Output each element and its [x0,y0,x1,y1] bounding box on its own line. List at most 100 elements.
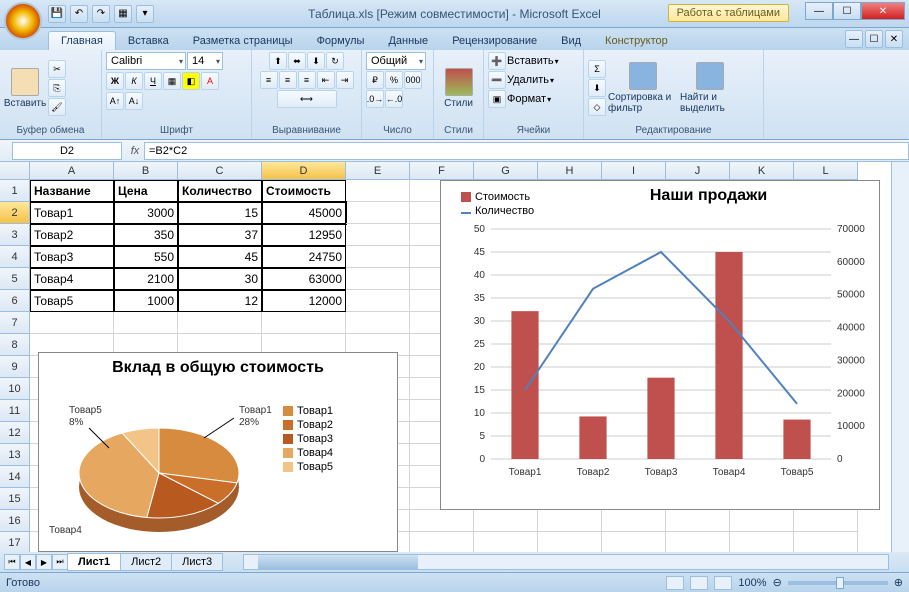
cell[interactable] [538,510,602,532]
col-header[interactable]: B [114,162,178,180]
cell[interactable] [30,312,114,334]
cell[interactable] [346,202,410,224]
cell[interactable]: Товар5 [30,290,114,312]
align-top-button[interactable]: ⬆ [269,52,287,70]
cell[interactable] [346,224,410,246]
currency-button[interactable]: ₽ [366,71,384,89]
cell[interactable]: 24750 [262,246,346,268]
col-header[interactable]: F [410,162,474,180]
sort-filter-button[interactable]: Сортировка и фильтр [608,55,678,121]
font-name-combo[interactable]: Calibri [106,52,186,70]
copy-icon[interactable]: ⎘ [48,79,66,97]
find-select-button[interactable]: Найти и выделить [680,55,740,121]
underline-button[interactable]: Ч [144,72,162,90]
zoom-in-button[interactable]: ⊕ [894,576,903,589]
cell[interactable]: 12000 [262,290,346,312]
cell[interactable]: 3000 [114,202,178,224]
indent-less-button[interactable]: ⇤ [317,71,335,89]
percent-button[interactable]: % [385,71,403,89]
chart-pie[interactable]: Вклад в общую стоимость Товар128%Товар58… [38,352,398,552]
print-icon[interactable]: ▦ [114,5,132,23]
cell[interactable]: 12 [178,290,262,312]
sheet-nav-next[interactable]: ▶ [36,554,52,570]
redo-icon[interactable]: ↷ [92,5,110,23]
tab-insert[interactable]: Вставка [116,32,181,50]
tab-review[interactable]: Рецензирование [440,32,549,50]
cell[interactable]: Цена [114,180,178,202]
row-header[interactable]: 11 [0,400,30,422]
close-button[interactable]: ✕ [861,2,905,20]
cell[interactable]: 550 [114,246,178,268]
font-color-button[interactable]: A [201,72,219,90]
tab-view[interactable]: Вид [549,32,593,50]
col-header[interactable]: K [730,162,794,180]
cell[interactable]: 12950 [262,224,346,246]
format-painter-icon[interactable]: 🖌 [48,98,66,116]
format-cells-button[interactable]: ▣Формат▾ [488,90,579,108]
row-header[interactable]: 3 [0,224,30,246]
tab-formulas[interactable]: Формулы [305,32,377,50]
cell[interactable] [346,312,410,334]
row-header[interactable]: 2 [0,202,30,224]
doc-close-button[interactable]: ✕ [885,30,903,48]
fill-color-button[interactable]: ◧ [182,72,200,90]
fx-icon[interactable]: fx [126,145,144,157]
row-header[interactable]: 8 [0,334,30,356]
align-left-button[interactable]: ≡ [260,71,278,89]
sheet-nav-first[interactable]: ⏮ [4,554,20,570]
cell[interactable]: Товар3 [30,246,114,268]
indent-more-button[interactable]: ⇥ [336,71,354,89]
sheet-nav-last[interactable]: ⏭ [52,554,68,570]
row-header[interactable]: 10 [0,378,30,400]
comma-button[interactable]: 000 [404,71,422,89]
row-header[interactable]: 6 [0,290,30,312]
align-center-button[interactable]: ≡ [279,71,297,89]
cell[interactable]: 30 [178,268,262,290]
cell[interactable] [346,246,410,268]
cell[interactable]: 45000 [262,202,346,224]
cell[interactable]: 2100 [114,268,178,290]
office-button[interactable] [4,2,42,40]
cell[interactable]: Товар2 [30,224,114,246]
sheet-nav-prev[interactable]: ◀ [20,554,36,570]
view-normal-button[interactable] [666,576,684,590]
zoom-out-button[interactable]: ⊖ [773,576,782,589]
cell[interactable]: 45 [178,246,262,268]
formula-input[interactable]: =B2*C2 [144,142,909,160]
view-pagelayout-button[interactable] [690,576,708,590]
cell[interactable] [114,312,178,334]
cell[interactable]: Стоимость [262,180,346,202]
align-bottom-button[interactable]: ⬇ [307,52,325,70]
cell[interactable] [474,532,538,552]
number-format-combo[interactable]: Общий [366,52,426,70]
doc-minimize-button[interactable]: — [845,30,863,48]
orientation-button[interactable]: ↻ [326,52,344,70]
row-header[interactable]: 16 [0,510,30,532]
styles-button[interactable]: Стили [438,55,479,121]
row-header[interactable]: 5 [0,268,30,290]
row-header[interactable]: 17 [0,532,30,552]
sheet-tab[interactable]: Лист1 [67,553,121,571]
cell[interactable] [346,290,410,312]
row-header[interactable]: 15 [0,488,30,510]
vertical-scrollbar[interactable] [891,162,909,552]
chart-sales[interactable]: Стоимость Количество Наши продажи 051015… [440,180,880,510]
increase-decimal-button[interactable]: .0→ [366,90,384,108]
paste-button[interactable]: Вставить [4,55,46,121]
cell[interactable] [346,268,410,290]
cell[interactable]: 350 [114,224,178,246]
tab-design[interactable]: Конструктор [593,32,680,50]
row-header[interactable]: 1 [0,180,30,202]
sheet-tab[interactable]: Лист3 [171,553,223,571]
cell[interactable] [602,532,666,552]
minimize-button[interactable]: — [805,2,833,20]
row-header[interactable]: 13 [0,444,30,466]
horizontal-scrollbar[interactable] [243,554,889,570]
autosum-button[interactable]: Σ [588,60,606,78]
worksheet-grid[interactable]: ABCDEFGHIJKL 1НазваниеЦенаКоличествоСтои… [0,162,909,552]
col-header[interactable]: L [794,162,858,180]
align-right-button[interactable]: ≡ [298,71,316,89]
cell[interactable] [410,532,474,552]
cell[interactable]: Название [30,180,114,202]
zoom-slider[interactable] [788,581,888,585]
